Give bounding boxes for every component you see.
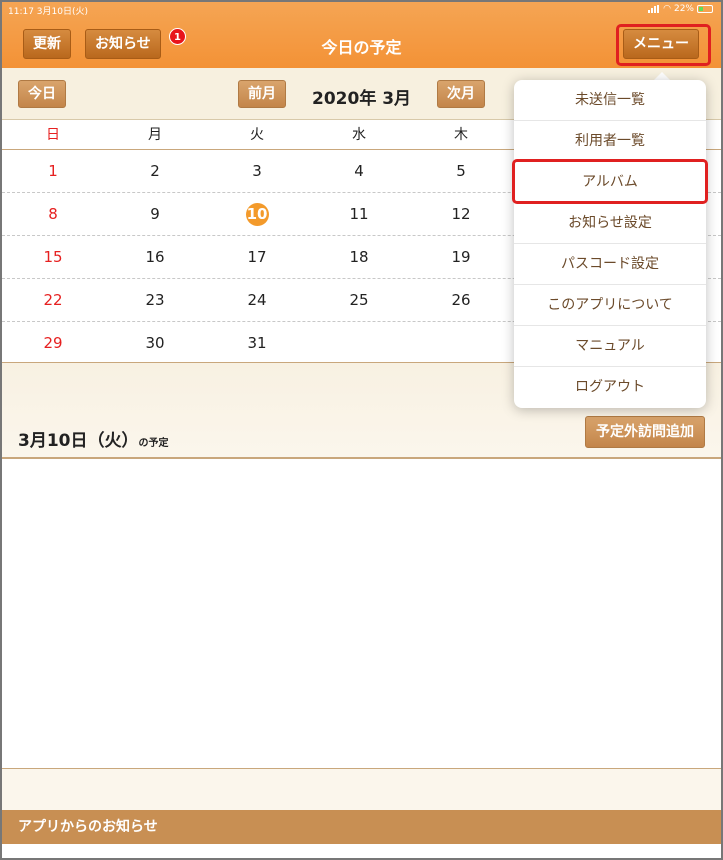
calendar-day[interactable]: 12	[410, 193, 512, 235]
status-time: 11:17 3月10日(火)	[8, 7, 88, 17]
signal-icon	[648, 5, 660, 13]
weekday-label: 火	[250, 127, 264, 143]
schedule-suffix: の予定	[138, 438, 169, 449]
calendar-day[interactable]: 23	[104, 279, 206, 321]
footer-bottom	[2, 844, 721, 858]
add-unscheduled-visit-button[interactable]: 予定外訪問追加	[585, 416, 705, 448]
calendar-day[interactable]: 15	[2, 236, 104, 278]
calendar-day[interactable]: 4	[308, 150, 410, 192]
battery-level: 22%	[673, 4, 694, 14]
schedule-title: 3月10日（火）の予定	[18, 426, 169, 451]
month-label: 2020年 3月	[312, 89, 412, 109]
page-title: 今日の予定	[321, 38, 402, 57]
album-item-highlight	[512, 159, 708, 204]
selected-day-number: 10	[246, 205, 268, 223]
battery-icon	[697, 5, 713, 13]
menu-item-user-list[interactable]: 利用者一覧	[514, 121, 706, 162]
schedule-list	[2, 459, 721, 769]
menu-item-notice-settings[interactable]: お知らせ設定	[514, 203, 706, 244]
status-indicators: ◠ 22%	[648, 4, 713, 14]
calendar-day[interactable]: 1	[2, 150, 104, 192]
app-frame: 11:17 3月10日(火) ◠ 22% 更新 お知らせ 1 今日の予定 メニュ…	[0, 0, 723, 860]
calendar-day[interactable]: 16	[104, 236, 206, 278]
calendar-day[interactable]: 25	[308, 279, 410, 321]
calendar-day[interactable]: 31	[206, 322, 308, 365]
calendar-day[interactable]: 24	[206, 279, 308, 321]
weekday-label: 月	[148, 127, 162, 143]
calendar-day[interactable]: 26	[410, 279, 512, 321]
today-button[interactable]: 今日	[18, 80, 66, 108]
menu-button-highlight	[616, 24, 711, 66]
dropdown-menu: 未送信一覧 利用者一覧 アルバム お知らせ設定 パスコード設定 このアプリについ…	[514, 80, 706, 408]
calendar-day[interactable]	[410, 322, 512, 365]
calendar-day[interactable]: 22	[2, 279, 104, 321]
menu-item-unsent-list[interactable]: 未送信一覧	[514, 80, 706, 121]
footer-spacer	[2, 768, 721, 810]
menu-item-about-app[interactable]: このアプリについて	[514, 285, 706, 326]
header-bar: 11:17 3月10日(火) ◠ 22% 更新 お知らせ 1 今日の予定 メニュ…	[2, 2, 721, 68]
calendar-day-selected[interactable]: 10	[206, 193, 308, 235]
menu-item-passcode-settings[interactable]: パスコード設定	[514, 244, 706, 285]
schedule-date: 3月10日（火）	[18, 431, 139, 451]
weekday-label: 日	[46, 127, 60, 143]
menu-item-logout[interactable]: ログアウト	[514, 367, 706, 408]
calendar-day[interactable]: 17	[206, 236, 308, 278]
calendar-day[interactable]: 11	[308, 193, 410, 235]
calendar-day[interactable]	[308, 322, 410, 365]
prev-month-button[interactable]: 前月	[238, 80, 286, 108]
calendar-day[interactable]: 29	[2, 322, 104, 365]
calendar-day[interactable]: 19	[410, 236, 512, 278]
wifi-icon: ◠	[663, 4, 671, 14]
calendar-day[interactable]: 2	[104, 150, 206, 192]
calendar-day[interactable]: 8	[2, 193, 104, 235]
calendar-day[interactable]: 5	[410, 150, 512, 192]
app-notices-bar[interactable]: アプリからのお知らせ	[2, 810, 721, 844]
calendar-day[interactable]: 18	[308, 236, 410, 278]
calendar-day[interactable]: 9	[104, 193, 206, 235]
next-month-button[interactable]: 次月	[437, 80, 485, 108]
weekday-label: 木	[454, 127, 468, 143]
menu-item-manual[interactable]: マニュアル	[514, 326, 706, 367]
calendar-day[interactable]: 30	[104, 322, 206, 365]
calendar-day[interactable]: 3	[206, 150, 308, 192]
weekday-label: 水	[352, 127, 366, 143]
